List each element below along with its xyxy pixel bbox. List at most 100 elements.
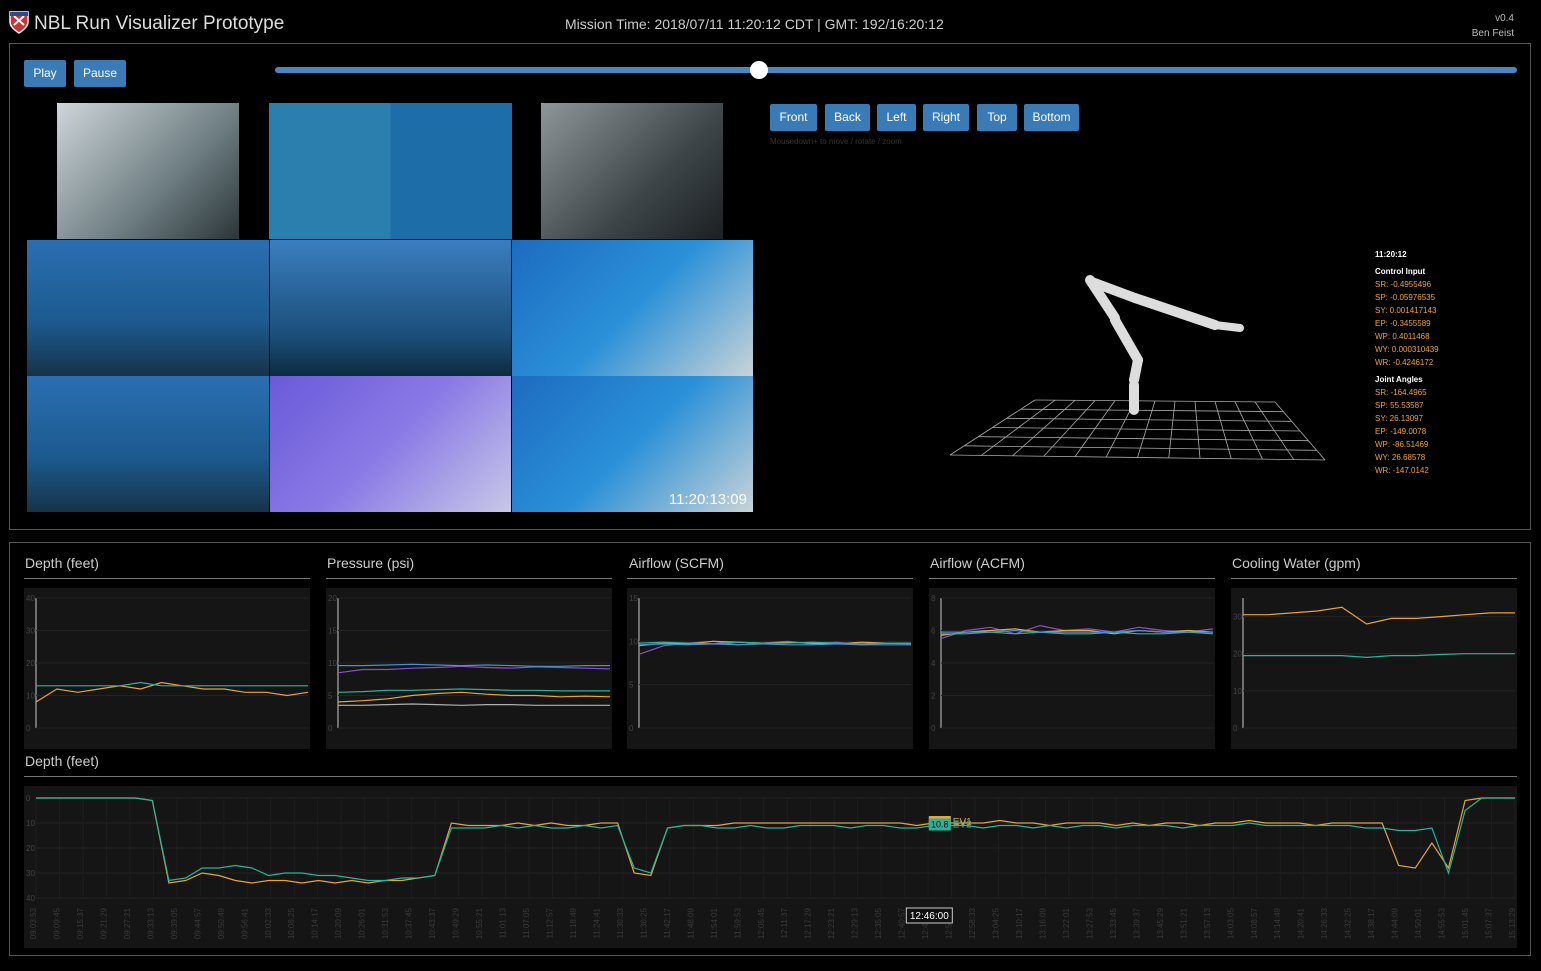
view-right-button[interactable]: Right	[923, 104, 969, 131]
x-tick-label: 13:45:29	[1156, 907, 1165, 939]
y-tick-label: 10	[1233, 687, 1242, 696]
grid-line	[949, 454, 1326, 461]
x-tick-label: 11:54:01	[710, 907, 719, 938]
airflow-scfm-chart-title: Airflow (SCFM)	[629, 555, 724, 571]
x-tick-label: 09:09:45	[52, 907, 61, 939]
pressure-chart-title: Pressure (psi)	[327, 555, 415, 571]
robotic-arm-3d-view[interactable]	[920, 260, 1340, 470]
x-tick-label: 14:50:01	[1414, 907, 1423, 939]
view-top-button[interactable]: Top	[977, 104, 1017, 131]
camera-feed-diver-1[interactable]	[27, 240, 269, 376]
grid-line	[964, 445, 1317, 451]
x-tick-label: 10:31:53	[381, 907, 390, 939]
joint-angle-value: WP: -86.51469	[1375, 440, 1429, 449]
x-tick-label: 13:27:53	[1085, 907, 1094, 939]
version-info: v0.4 Ben Feist	[1472, 11, 1514, 41]
app-header: NBL Run Visualizer Prototype Mission Tim…	[0, 0, 1541, 44]
view-bottom-button[interactable]: Bottom	[1024, 104, 1079, 131]
joint-angle-value: SP: 55.53587	[1375, 401, 1424, 410]
y-tick-label: 5	[629, 681, 634, 690]
y-tick-label: 15	[629, 594, 638, 603]
grid-line	[978, 436, 1309, 442]
x-tick-label: 13:51:21	[1179, 907, 1188, 939]
camera-feed-handrail-2[interactable]: 11:20:13:09	[512, 376, 753, 512]
series-line	[338, 663, 610, 667]
series-value-label: 10.8 EV2	[928, 818, 972, 831]
camera-feed-helmet-1[interactable]	[57, 103, 239, 239]
camera-feed-handrail-1[interactable]	[512, 240, 753, 376]
pressure-chart: 0 5 10 15 20	[326, 588, 612, 749]
divider	[929, 578, 1215, 579]
y-tick-label: 30	[1233, 613, 1242, 622]
y-tick-label: 2	[931, 692, 936, 701]
x-tick-label: 09:44:57	[193, 907, 202, 939]
series-line	[337, 691, 611, 703]
joint-angle-value: WR: -147.0142	[1375, 466, 1429, 475]
depth-chart-title: Depth (feet)	[25, 555, 99, 571]
x-tick-label: 14:55:53	[1438, 907, 1447, 939]
x-tick-label: 10:43:37	[428, 907, 437, 939]
x-tick-label: 10:49:29	[452, 907, 461, 939]
x-tick-label: 12:23:21	[827, 907, 836, 939]
y-tick-label: 10	[629, 637, 638, 646]
camera-feed-helmet-2[interactable]	[541, 103, 723, 239]
version-label: v0.4	[1495, 13, 1514, 24]
y-tick-label: 40	[26, 894, 35, 903]
play-button[interactable]: Play	[24, 60, 66, 87]
depth-timeline-chart[interactable]: 0 10 20 30 40 09:03:53 09:09:45 09:15:37 09:21:2…	[24, 786, 1517, 948]
x-tick-label: 10:08:25	[287, 907, 296, 939]
y-tick-label: 15	[328, 627, 337, 636]
x-tick-label: 11:18:49	[569, 907, 578, 938]
y-tick-label: 0	[328, 724, 333, 733]
arm-readout: 11:20:12 Control Input SR: -0.4955496 SP…	[1375, 248, 1439, 477]
camera-feed-quad[interactable]	[269, 103, 512, 239]
video-timestamp: 11:20:13:09	[668, 491, 747, 508]
y-tick-label: 20	[1233, 650, 1242, 659]
joint-angle-value: SY: 26.13097	[1375, 414, 1424, 423]
view-hint: Mousedown+ to move / rotate / zoom	[770, 137, 902, 146]
y-tick-label: 0	[1233, 724, 1238, 733]
divider	[326, 578, 612, 579]
camera-feed-arm[interactable]	[270, 376, 511, 512]
control-input-value: WR: -0.4246172	[1375, 358, 1434, 367]
camera-feed-mockup[interactable]	[270, 240, 511, 376]
app-title: NBL Run Visualizer Prototype	[34, 13, 285, 34]
control-input-label: Control Input	[1375, 267, 1426, 276]
series-line	[1243, 653, 1515, 659]
x-tick-label: 13:10:17	[1015, 907, 1024, 939]
x-tick-label: 13:33:45	[1109, 907, 1118, 939]
view-back-button[interactable]: Back	[825, 104, 870, 131]
view-front-button[interactable]: Front	[770, 104, 817, 131]
control-input-value: SP: -0.05976535	[1375, 293, 1436, 302]
control-input-value: SY: 0.001417143	[1375, 306, 1437, 315]
x-tick-label: 13:57:13	[1203, 907, 1212, 939]
x-tick-label: 14:08:57	[1250, 907, 1259, 939]
pause-button[interactable]: Pause	[74, 60, 126, 87]
x-tick-label: 12:40:57	[898, 907, 907, 939]
x-tick-label: 11:48:09	[686, 907, 695, 938]
series-name-label: EV2	[953, 820, 972, 831]
x-tick-label: 14:14:49	[1273, 907, 1282, 939]
joint-angle-value: SR: -164.4965	[1375, 388, 1427, 397]
series-line	[337, 688, 610, 693]
x-tick-label: 13:16:09	[1038, 907, 1047, 939]
view-left-button[interactable]: Left	[877, 104, 916, 131]
x-tick-label: 15:07:37	[1485, 907, 1494, 939]
depth-timeline-chart-title: Depth (feet)	[25, 753, 99, 769]
airflow-acfm-chart: 0 2 4 6 8	[929, 588, 1215, 749]
readout-time: 11:20:12	[1375, 250, 1407, 259]
author-label: Ben Feist	[1471, 28, 1514, 39]
cursor-time-label: 12:46:00	[910, 911, 949, 922]
y-tick-label: 10	[328, 659, 337, 668]
y-tick-label: 20	[328, 594, 337, 603]
x-tick-label: 12:35:05	[874, 907, 883, 939]
camera-feed-diver-2[interactable]	[27, 376, 269, 512]
airflow-acfm-chart-title: Airflow (ACFM)	[930, 555, 1025, 571]
x-tick-label: 14:26:33	[1320, 907, 1329, 939]
depth-small-chart: 0 10 20 30 40	[24, 588, 310, 749]
x-tick-label: 11:59:53	[733, 907, 742, 938]
divider	[1231, 578, 1517, 579]
series-line	[36, 797, 1515, 882]
x-tick-label: 14:44:09	[1391, 907, 1400, 939]
timeline-slider[interactable]	[275, 67, 1517, 73]
